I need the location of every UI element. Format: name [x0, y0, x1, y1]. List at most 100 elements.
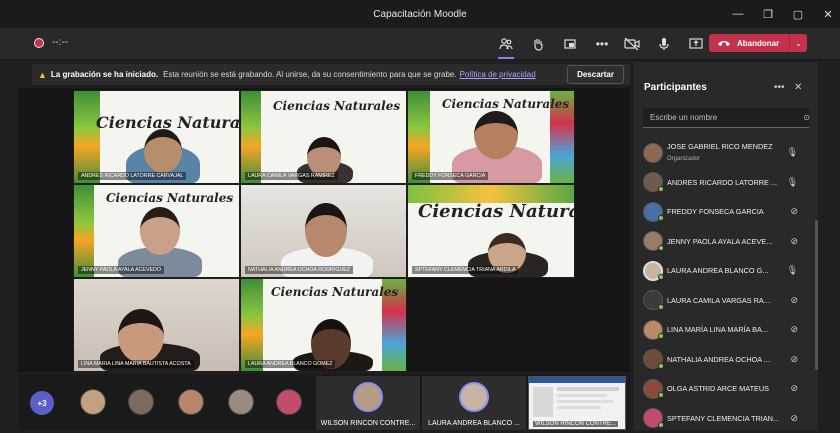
slide-title: Ciencias Naturales [418, 201, 575, 222]
participant-name: LINA MARÍA LINA MARÍA BA... [667, 325, 768, 334]
video-tile[interactable]: Ciencias Naturales LAURA ANDREA BLANCO G… [240, 278, 407, 372]
recording-indicator-icon [34, 38, 44, 48]
minimize-button[interactable]: — [732, 8, 744, 20]
close-button[interactable]: ✕ [822, 8, 834, 21]
restore-button[interactable]: ❐ [762, 8, 774, 21]
avatar[interactable] [80, 389, 106, 415]
maximize-button[interactable]: ▢ [792, 8, 804, 21]
window-controls: — ❐ ▢ ✕ [732, 0, 834, 28]
list-item[interactable]: LAURA ANDREA BLANCO G... 🎙 [634, 256, 818, 286]
video-tile[interactable]: Ciencias Naturales SPTEFANY CLEMENCIA TR… [407, 184, 575, 278]
leave-options-chevron-icon[interactable]: ⌄ [789, 34, 807, 52]
list-item[interactable]: OLGA ASTRID ARCE MATEUS ⊘ [634, 374, 818, 404]
mic-muted-icon: ⊘ [790, 295, 798, 306]
list-item[interactable]: JOSE GABRIEL RICO MENDEZ Organizador 🎙 [634, 138, 818, 168]
phone-hangup-icon [717, 39, 731, 47]
share-invite-icon[interactable]: ⊙ [803, 113, 810, 122]
list-item[interactable]: FREDDY FONSECA GARCIA ⊘ [634, 197, 818, 227]
shared-screen-preview-icon [529, 377, 625, 421]
list-item[interactable]: ANDRES RICARDO LATORRE ... 🎙 [634, 168, 818, 198]
video-tile[interactable]: LINA MARIA LINA MARIA BAUTISTA ACOSTA [73, 278, 240, 372]
video-tile[interactable]: Ciencias Naturales FREDDY FONSECA GARCIA [407, 90, 575, 184]
avatar[interactable] [128, 389, 154, 415]
video-stage: Ciencias Naturales ANDRES RICARDO LATORR… [18, 88, 630, 372]
mic-muted-icon: ⊘ [790, 206, 798, 217]
leave-button[interactable]: Abandonar ⌄ [709, 34, 807, 52]
participant-name-tag: ANDRES RICARDO LATORRE CARVAJAL [78, 172, 186, 180]
search-input[interactable]: Escribe un nombre [643, 108, 809, 128]
participant-name-tag: NATHALIA ANDREA OCHOA RODRIGUEZ [245, 266, 353, 274]
warning-icon: ▲ [38, 70, 47, 80]
mic-icon: 🎙 [787, 147, 798, 158]
participant-strip: +3 WILSON RINCON CONTRE... LAURA ANDREA … [18, 374, 630, 430]
slide-title: Ciencias Naturales [106, 191, 233, 205]
list-item[interactable]: SPTEFANY CLEMENCIA TRIAN... ⊘ [634, 404, 818, 433]
participant-name: WILSON RINCON CONTRE... [316, 420, 420, 427]
mic-muted-icon: ⊘ [790, 324, 798, 335]
panel-scrollbar[interactable] [815, 220, 818, 370]
participant-name-tag: SPTEFANY CLEMENCIA TRIANA ARDILA [412, 266, 518, 274]
more-icon[interactable]: ••• [592, 34, 612, 54]
share-screen-icon[interactable] [686, 34, 706, 54]
close-icon[interactable]: ✕ [794, 82, 802, 93]
mic-icon: 🎙 [787, 177, 798, 188]
participant-name: LAURA CAMILA VARGAS RA... [667, 296, 770, 305]
participant-name: NATHALIA ANDREA OCHOA ... [667, 355, 770, 364]
mic-muted-icon: ⊘ [790, 383, 798, 394]
mic-muted-icon: ⊘ [790, 413, 798, 424]
banner-title: La grabación se ha iniciado. [51, 70, 158, 79]
more-icon[interactable]: ••• [774, 82, 785, 93]
participant-name: ANDRES RICARDO LATORRE ... [667, 178, 777, 187]
participant-name: OLGA ASTRID ARCE MATEUS [667, 384, 769, 393]
participant-name-tag: LAURA ANDREA BLANCO GOMEZ [245, 360, 335, 368]
video-tile[interactable]: Ciencias Naturales JENNY PAOLA AYALA ACE… [73, 184, 240, 278]
privacy-policy-link[interactable]: Política de privacidad [460, 70, 536, 79]
more-participants-button[interactable]: +3 [30, 391, 54, 415]
leave-label: Abandonar [737, 39, 779, 48]
avatar[interactable] [276, 389, 302, 415]
video-grid: Ciencias Naturales ANDRES RICARDO LATORR… [73, 90, 575, 372]
share-name-tag: WILSON RINCON CONTRE... [533, 421, 618, 427]
participant-name: LAURA ANDREA BLANCO ... [422, 420, 526, 427]
meeting-timer: --:-- [52, 37, 68, 48]
camera-off-icon[interactable] [622, 34, 642, 54]
raise-hand-icon[interactable] [528, 34, 548, 54]
list-item[interactable]: LAURA CAMILA VARGAS RA... ⊘ [634, 286, 818, 316]
participant-role: Organizador [667, 156, 700, 162]
panel-title: Participantes [644, 82, 707, 93]
video-tile[interactable]: Ciencias Naturales LAURA CAMILA VARGAS R… [240, 90, 407, 184]
participant-name-tag: LINA MARIA LINA MARIA BAUTISTA ACOSTA [78, 360, 194, 368]
participant-tile-laura[interactable]: LAURA ANDREA BLANCO ... [422, 376, 526, 430]
title-bar: Capacitación Moodle — ❐ ▢ ✕ [0, 0, 840, 28]
participant-tile-wilson[interactable]: WILSON RINCON CONTRE... [316, 376, 420, 430]
participant-name: LAURA ANDREA BLANCO G... [667, 266, 768, 275]
participant-list: JOSE GABRIEL RICO MENDEZ Organizador 🎙 A… [634, 138, 818, 433]
mic-muted-icon: ⊘ [790, 236, 798, 247]
share-tray-icon[interactable] [560, 34, 580, 54]
people-icon[interactable] [496, 34, 516, 54]
list-item[interactable]: NATHALIA ANDREA OCHOA ... ⊘ [634, 345, 818, 375]
avatar [353, 382, 383, 412]
participant-name: JENNY PAOLA AYALA ACEVE... [667, 237, 772, 246]
banner-message: Esta reunión se está grabando. Al unirse… [163, 70, 457, 79]
slide-title: Ciencias Naturales [442, 97, 569, 111]
participant-name: SPTEFANY CLEMENCIA TRIAN... [667, 414, 779, 423]
list-item[interactable]: LINA MARÍA LINA MARÍA BA... ⊘ [634, 315, 818, 345]
participant-name-tag: JENNY PAOLA AYALA ACEVEDO [78, 266, 164, 274]
participant-name: FREDDY FONSECA GARCIA [667, 207, 764, 216]
participant-name-tag: FREDDY FONSECA GARCIA [412, 172, 488, 180]
mic-muted-icon: ⊘ [790, 354, 798, 365]
avatar [643, 143, 663, 163]
participant-name-tag: LAURA CAMILA VARGAS RAMIREZ [245, 172, 338, 180]
list-item[interactable]: JENNY PAOLA AYALA ACEVE... ⊘ [634, 227, 818, 257]
video-tile[interactable]: NATHALIA ANDREA OCHOA RODRIGUEZ [240, 184, 407, 278]
mic-icon[interactable] [654, 34, 674, 54]
avatar[interactable] [228, 389, 254, 415]
slide-title: Ciencias Naturales [271, 285, 398, 299]
avatar [459, 382, 489, 412]
dismiss-button[interactable]: Descartar [567, 65, 624, 84]
avatar[interactable] [178, 389, 204, 415]
slide-title: Ciencias Naturales [273, 99, 400, 113]
video-tile[interactable]: Ciencias Naturales ANDRES RICARDO LATORR… [73, 90, 240, 184]
shared-screen-tile[interactable]: WILSON RINCON CONTRE... [528, 376, 626, 430]
